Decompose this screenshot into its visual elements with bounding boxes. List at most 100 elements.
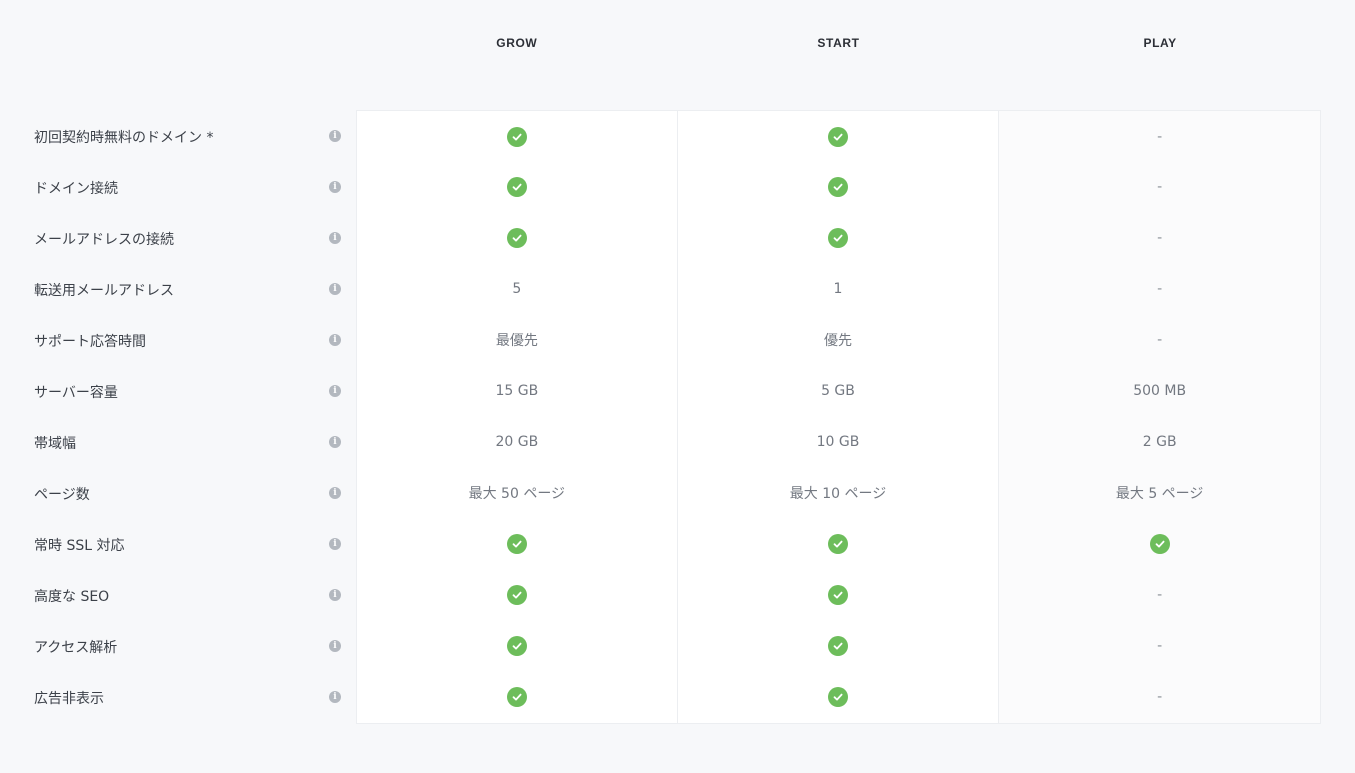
plan-value-cell-play: -: [999, 111, 1321, 162]
plan-value-text: 10 GB: [816, 434, 860, 450]
feature-name-cell: 高度な SEO i: [0, 570, 356, 621]
info-icon[interactable]: i: [329, 385, 341, 397]
plan-value-text: 5: [512, 281, 522, 297]
check-circle-icon: [506, 636, 527, 656]
not-included-dash: -: [1157, 179, 1163, 195]
feature-name-cell: メールアドレスの接続 i: [0, 213, 356, 264]
feature-label: ページ数: [34, 486, 90, 503]
plan-value-cell-grow: [356, 161, 678, 213]
feature-row: 転送用メールアドレス i 5 1 -: [0, 263, 1355, 316]
not-included-dash: -: [1157, 587, 1163, 603]
check-circle-icon: [506, 687, 527, 707]
not-included-dash: -: [1157, 128, 1163, 145]
info-icon[interactable]: i: [329, 283, 341, 295]
plan-value-text: 15 GB: [495, 383, 539, 399]
info-icon[interactable]: i: [329, 334, 341, 346]
plan-values: 5 1 -: [356, 263, 1321, 316]
plan-value-cell-start: 優先: [678, 314, 1000, 366]
plan-value-cell-play: -: [999, 212, 1321, 264]
plan-value-cell-grow: 20 GB: [356, 416, 678, 468]
check-circle-icon: [506, 585, 527, 605]
feature-label: 高度な SEO: [34, 588, 110, 605]
plan-value-cell-start: [678, 212, 1000, 264]
check-circle-icon: [506, 177, 527, 197]
plan-value-text: 優先: [823, 333, 852, 349]
info-icon[interactable]: i: [329, 487, 341, 499]
plan-value-text: 最大 5 ページ: [1115, 486, 1204, 502]
not-included-dash: -: [1157, 230, 1163, 246]
plan-value-cell-grow: 15 GB: [356, 365, 678, 417]
plan-value-cell-start: [678, 569, 1000, 621]
info-icon[interactable]: i: [329, 640, 341, 652]
not-included-dash: -: [1157, 689, 1163, 705]
plan-values: [356, 518, 1321, 571]
feature-row: 帯域幅 i 20 GB 10 GB 2 GB: [0, 416, 1355, 469]
plan-header-grow: GROW: [496, 36, 538, 50]
info-icon[interactable]: i: [329, 436, 341, 448]
plan-values: 最大 50 ページ 最大 10 ページ 最大 5 ページ: [356, 467, 1321, 520]
plan-value-text: 5 GB: [821, 383, 855, 399]
plan-value-text: 500 MB: [1133, 383, 1187, 399]
feature-name-cell: 初回契約時無料のドメイン * i: [0, 111, 356, 162]
feature-label: 広告非表示: [34, 690, 104, 707]
plan-values: -: [356, 671, 1321, 724]
plan-value-text: 2 GB: [1142, 434, 1177, 450]
plan-values: 最優先 優先 -: [356, 314, 1321, 367]
plan-values: -: [356, 161, 1321, 214]
check-circle-icon: [827, 636, 848, 656]
plan-value-text: 最大 50 ページ: [468, 486, 566, 502]
plan-values: 20 GB 10 GB 2 GB: [356, 416, 1321, 469]
info-icon[interactable]: i: [329, 232, 341, 244]
feature-row: サーバー容量 i 15 GB 5 GB 500 MB: [0, 365, 1355, 418]
info-icon[interactable]: i: [329, 589, 341, 601]
plan-values: 15 GB 5 GB 500 MB: [356, 365, 1321, 418]
info-icon[interactable]: i: [329, 538, 341, 550]
check-circle-icon: [827, 177, 848, 197]
plan-value-cell-play: 500 MB: [999, 365, 1321, 417]
plan-value-cell-start: 最大 10 ページ: [678, 467, 1000, 519]
feature-row: 初回契約時無料のドメイン * i -: [0, 110, 1355, 163]
feature-row: 広告非表示 i -: [0, 671, 1355, 724]
feature-row: メールアドレスの接続 i -: [0, 212, 1355, 265]
plan-value-cell-start: [678, 111, 1000, 162]
info-icon[interactable]: i: [329, 691, 341, 703]
feature-label: ドメイン接続: [34, 180, 118, 197]
plan-value-text: 1: [833, 281, 843, 297]
plan-value-text: 20 GB: [495, 434, 539, 450]
plan-value-cell-start: [678, 671, 1000, 723]
feature-name-cell: 常時 SSL 対応 i: [0, 519, 356, 570]
check-circle-icon: [827, 585, 848, 605]
plan-comparison: GROW START PLAY 初回契約時無料のドメイン * i - ドメイン接続 i -…: [0, 0, 1355, 773]
plan-value-cell-start: [678, 620, 1000, 672]
plan-value-cell-grow: [356, 569, 678, 621]
not-included-dash: -: [1157, 332, 1163, 348]
plan-value-cell-play: [999, 518, 1321, 570]
check-circle-icon: [506, 534, 527, 554]
feature-label: サーバー容量: [34, 384, 118, 401]
plan-value-cell-play: 2 GB: [999, 416, 1321, 468]
info-icon[interactable]: i: [329, 130, 341, 142]
plan-value-cell-start: [678, 161, 1000, 213]
plan-value-cell-start: [678, 518, 1000, 570]
plan-value-cell-play: -: [999, 569, 1321, 621]
feature-label: 初回契約時無料のドメイン *: [34, 129, 214, 146]
plan-header-row: GROW START PLAY: [356, 0, 1321, 90]
plan-value-cell-grow: 最優先: [356, 314, 678, 366]
feature-label: 帯域幅: [34, 435, 76, 452]
info-icon[interactable]: i: [329, 181, 341, 193]
feature-name-cell: ドメイン接続 i: [0, 162, 356, 213]
feature-label: 転送用メールアドレス: [34, 282, 174, 299]
feature-name-cell: 広告非表示 i: [0, 672, 356, 723]
plan-value-cell-play: -: [999, 671, 1321, 723]
plan-value-cell-start: 1: [678, 263, 1000, 315]
check-circle-icon: [827, 126, 848, 147]
feature-row: 高度な SEO i -: [0, 569, 1355, 622]
feature-name-cell: 帯域幅 i: [0, 417, 356, 468]
check-circle-icon: [827, 534, 848, 554]
plan-value-cell-grow: 最大 50 ページ: [356, 467, 678, 519]
plan-header-play: PLAY: [1143, 36, 1177, 50]
plan-values: -: [356, 620, 1321, 673]
feature-label: メールアドレスの接続: [34, 231, 174, 248]
plan-value-cell-play: -: [999, 620, 1321, 672]
feature-row: ドメイン接続 i -: [0, 161, 1355, 214]
